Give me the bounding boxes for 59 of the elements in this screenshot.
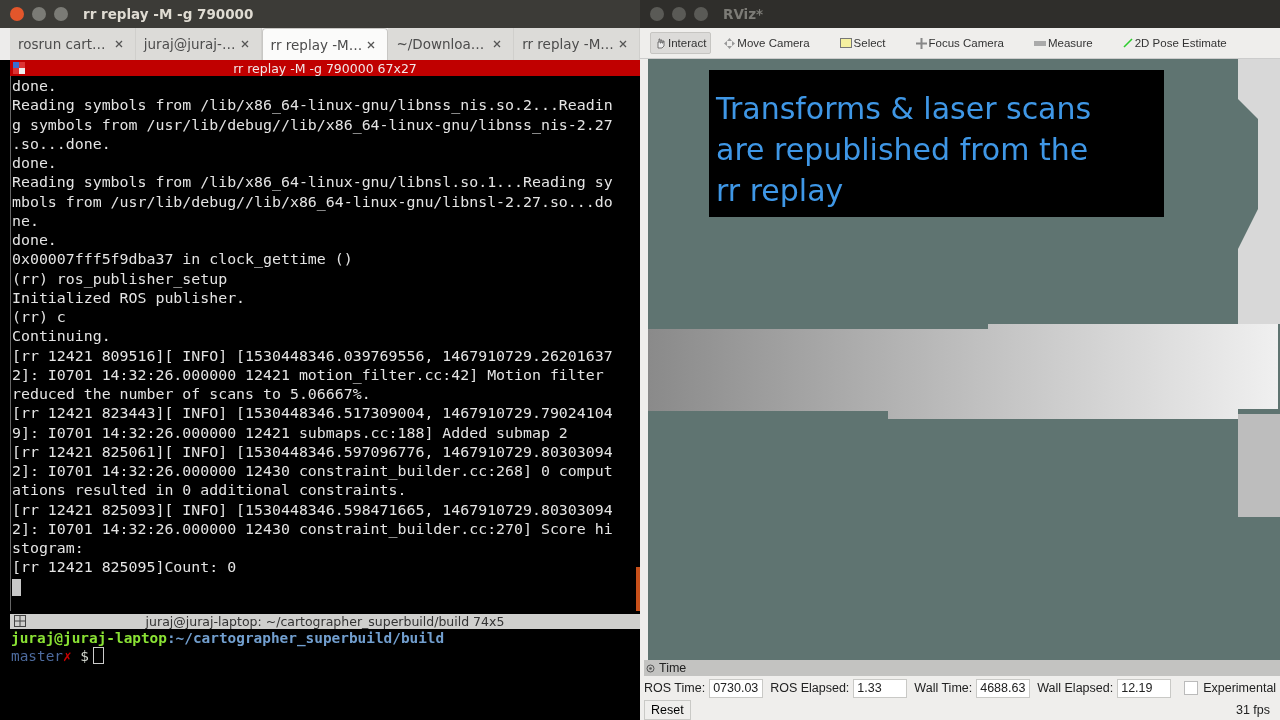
field-label: Wall Time: [914, 681, 973, 695]
terminal-line: [rr 12421 823443][ INFO] [1530448346.517309004, 1467910729.79024104 [12, 404, 613, 424]
caption-overlay: Transforms & laser scans are republished from the rr replay [709, 70, 1164, 217]
tool-button[interactable]: Select [834, 32, 891, 54]
tool-button[interactable]: Focus Camera [910, 32, 1009, 54]
terminal-line: 0x00007fff5f9dba37 in clock_gettime () [12, 250, 353, 270]
fps-counter: 31 fps [1235, 703, 1270, 717]
prompt-symbol: $ [79, 648, 89, 664]
git-branch: master [11, 648, 63, 664]
window-title: RViz* [723, 6, 764, 22]
pane-title: juraj@juraj-laptop: ~/cartographer_superbuild/build 74x5 [145, 614, 505, 629]
terminal-tab[interactable]: rr replay -M… [261, 28, 389, 60]
reset-button[interactable]: Reset [644, 700, 691, 720]
time-field[interactable]: 4688.63 [976, 678, 1031, 698]
tool-button[interactable]: Interact [650, 32, 712, 54]
panel-title: Time [659, 661, 687, 675]
tool-button[interactable]: 2D Pose Estimate [1117, 32, 1232, 54]
terminal-line: [rr 12421 825093][ INFO] [1530448346.598471665, 1467910729.80303094 [12, 500, 613, 520]
terminal-tab[interactable]: ~/Downloa… [388, 28, 515, 60]
terminal-line: 2]: I0701 14:32:26.000000 12430 constraint_builder.cc:268] 0 comput [12, 462, 613, 482]
terminal-line: .so...done. [12, 134, 111, 154]
tool-button[interactable]: Move Camera [719, 32, 815, 54]
field-label: ROS Time: [644, 681, 706, 695]
prompt-path: :~/cartographer_superbuild/build [166, 630, 445, 646]
time-field[interactable]: 12.19 [1117, 678, 1172, 698]
field-label: ROS Elapsed: [770, 681, 850, 695]
terminal-line: (rr) ros_publisher_setup [12, 269, 228, 289]
terminal-line: done. [12, 231, 57, 251]
terminal-tab[interactable]: rr replay -M… [514, 28, 640, 60]
terminal-line: done. [12, 154, 57, 174]
terminal-line: [rr 12421 825061][ INFO] [1530448346.597096776, 1467910729.80303094 [12, 442, 613, 462]
terminal-tab[interactable]: rosrun cart… [10, 28, 136, 60]
terminal-line: 2]: I0701 14:32:26.000000 12421 motion_filter.cc:42] Motion filter [12, 365, 604, 385]
terminal-line: ations resulted in 0 additional constraints. [12, 481, 407, 501]
terminal-line: Initialized ROS publisher. [12, 288, 246, 308]
terminal-line: Reading symbols from /lib/x86_64-linux-gnu/libnss_nis.so.2...Readin [12, 96, 613, 116]
terminal-line: [rr 12421 825095]Count: 0 [12, 558, 237, 578]
window-title: rr replay -M -g 790000 [83, 6, 254, 22]
time-field[interactable]: 1.33 [853, 678, 908, 698]
dirty-mark: ✗ [63, 648, 72, 664]
pane-title: rr replay -M -g 790000 67x27 [233, 60, 417, 76]
terminal-line: Continuing. [12, 327, 111, 347]
terminal-line: Reading symbols from /lib/x86_64-linux-gnu/libnsl.so.1...Reading sy [12, 173, 613, 193]
checkbox-label: Experimental [1203, 681, 1277, 695]
prompt-user: juraj@juraj-laptop [11, 630, 167, 646]
field-label: Wall Elapsed: [1037, 681, 1114, 695]
terminal-line: 2]: I0701 14:32:26.000000 12430 constraint_builder.cc:270] Score hi [12, 519, 613, 539]
terminal-line: ne. [12, 211, 39, 231]
terminal-line: g symbols from /usr/lib/debug//lib/x86_64-linux-gnu/libnss_nis-2.27 [12, 115, 613, 135]
tool-button[interactable]: Measure [1028, 32, 1098, 54]
terminal-line: 9]: I0701 14:32:26.000000 12421 submaps.cc:188] Added submap 2 [12, 423, 568, 443]
terminal-line: reduced the number of scans to 5.06667%. [12, 385, 371, 405]
time-field[interactable]: 0730.03 [709, 678, 764, 698]
terminal-line: mbols from /usr/lib/debug//lib/x86_64-linux-gnu/libnsl-2.27.so...do [12, 192, 613, 212]
terminal-line: [rr 12421 809516][ INFO] [1530448346.039769556, 1467910729.26201637 [12, 346, 613, 366]
terminal-line: stogram: [12, 539, 84, 559]
terminal-line: (rr) c [12, 308, 66, 328]
terminal-line: done. [12, 77, 57, 97]
terminal-tab[interactable]: juraj@juraj-… [135, 28, 262, 60]
